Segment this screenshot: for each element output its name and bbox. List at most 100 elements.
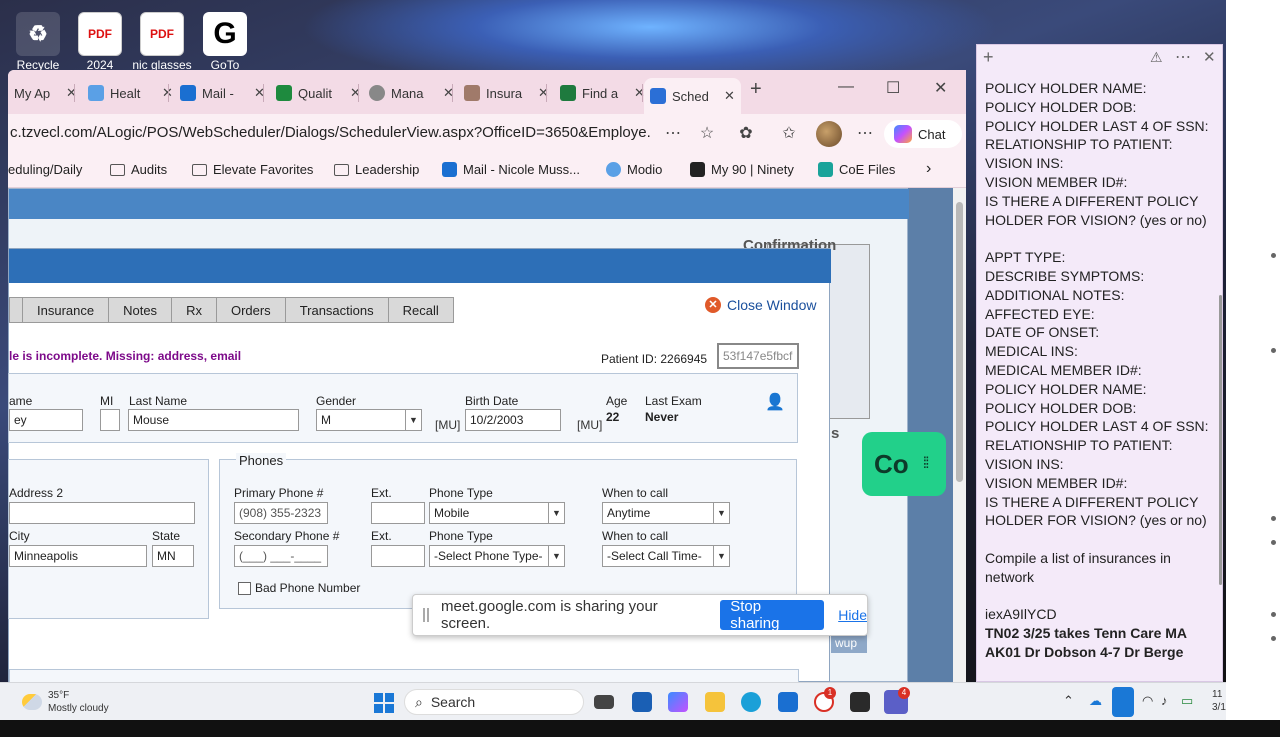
desktop-icon-2024[interactable]: PDF 2024	[70, 12, 130, 72]
page-scrollbar[interactable]	[953, 188, 966, 682]
browser-tab[interactable]: Find a ✕	[554, 78, 651, 108]
when-to-call-select[interactable]: Anytime ▼	[602, 502, 730, 524]
note-body[interactable]: POLICY HOLDER NAME: POLICY HOLDER DOB: P…	[985, 79, 1217, 662]
copilot-icon[interactable]	[668, 692, 688, 712]
grid-dots-icon[interactable]: ⁞⁞	[923, 455, 930, 473]
browser-tab[interactable]: Mail - ✕	[174, 78, 271, 108]
scrollbar-thumb[interactable]	[956, 202, 963, 482]
browser-tab[interactable]: My Ap ✕	[8, 78, 83, 108]
ext-input[interactable]	[371, 502, 425, 524]
store-icon[interactable]	[632, 692, 652, 712]
margin-dot	[1271, 253, 1276, 258]
favorite-item[interactable]: eduling/Daily	[8, 162, 82, 177]
sticky-notes-icon[interactable]	[850, 692, 870, 712]
dialog-tab-hidden[interactable]	[9, 297, 23, 323]
close-window-button[interactable]: ✕ Close Window	[705, 297, 816, 313]
co-widget[interactable]: Co ⁞⁞	[862, 432, 946, 496]
close-icon[interactable]: ✕	[538, 85, 549, 101]
weather-widget[interactable]: 35°F Mostly cloudy	[22, 689, 109, 715]
favorite-modio[interactable]: Modio	[606, 162, 662, 177]
close-icon[interactable]: ✕	[66, 85, 77, 101]
primary-phone-input[interactable]: (908) 355-2323	[234, 502, 328, 524]
person-icon[interactable]: 👤	[765, 392, 785, 412]
volume-icon[interactable]: ♪	[1161, 693, 1168, 708]
favorite-star-icon[interactable]: ☆	[696, 123, 718, 145]
desktop-icon-goto[interactable]: G GoTo	[195, 12, 255, 72]
browser-tab[interactable]: Healt ✕	[82, 78, 179, 108]
profile-avatar[interactable]	[816, 121, 842, 147]
address2-input[interactable]	[9, 502, 195, 524]
tab-notes[interactable]: Notes	[109, 297, 173, 323]
battery-icon[interactable]: ▭	[1181, 693, 1193, 709]
favorite-folder-elevate[interactable]: Elevate Favorites	[192, 162, 313, 177]
bad-phone-checkbox-row[interactable]: Bad Phone Number	[238, 581, 360, 595]
stop-sharing-button[interactable]: Stop sharing	[720, 598, 825, 632]
favorite-ninety[interactable]: My 90 | Ninety	[690, 162, 794, 177]
tab-recall[interactable]: Recall	[388, 297, 454, 323]
task-view-icon[interactable]	[594, 695, 614, 709]
ext2-input[interactable]	[371, 545, 425, 567]
phone-type2-select[interactable]: -Select Phone Type- ▼	[429, 545, 565, 567]
file-explorer-icon[interactable]	[705, 692, 725, 712]
tab-insurance[interactable]: Insurance	[23, 297, 110, 323]
warning-icon[interactable]: ⚠	[1150, 49, 1163, 66]
bad-phone-checkbox[interactable]	[238, 581, 251, 595]
browser-tab[interactable]: Mana ✕	[363, 78, 460, 108]
browser-tab[interactable]: Qualit ✕	[270, 78, 367, 108]
favorite-coe[interactable]: CoE Files	[818, 162, 895, 177]
outlook-icon[interactable]	[778, 692, 798, 712]
when-to-call2-select[interactable]: -Select Call Time- ▼	[602, 545, 730, 567]
new-tab-button[interactable]: +	[750, 78, 762, 101]
edge-icon[interactable]	[741, 692, 761, 712]
close-icon: ✕	[705, 297, 721, 313]
close-icon[interactable]: ✕	[1203, 48, 1216, 66]
patient-id-box[interactable]: 53f147e5fbcf	[717, 343, 799, 369]
more-options-icon[interactable]: ⋯	[662, 123, 684, 145]
last-name-input[interactable]: Mouse	[128, 409, 299, 431]
chevron-up-icon[interactable]: ⌃	[1063, 693, 1074, 709]
menu-icon[interactable]: ⋯	[854, 123, 876, 145]
tab-transactions[interactable]: Transactions	[285, 297, 389, 323]
secondary-phone-input[interactable]: (___) ___-____	[234, 545, 328, 567]
maximize-icon[interactable]: ☐	[886, 78, 900, 98]
favorite-folder-audits[interactable]: Audits	[110, 162, 167, 177]
state-input[interactable]: MN	[152, 545, 194, 567]
copilot-chat-button[interactable]: Chat	[884, 120, 962, 148]
favorite-folder-leadership[interactable]: Leadership	[334, 162, 419, 177]
tab-orders[interactable]: Orders	[216, 297, 286, 323]
close-icon[interactable]: ✕	[724, 88, 735, 104]
microphone-icon[interactable]	[1112, 687, 1134, 717]
patient-id-label: Patient ID: 2266945	[601, 352, 708, 366]
taskbar-search[interactable]: ⌕ Search	[404, 689, 584, 715]
url-field[interactable]: c.tzvecl.com/ALogic/POS/WebScheduler/Dia…	[10, 124, 650, 141]
browser-tab-active[interactable]: Sched ✕	[644, 78, 741, 114]
drag-handle-icon[interactable]	[423, 608, 429, 622]
add-note-icon[interactable]: +	[983, 47, 994, 68]
gender-select[interactable]: M ▼	[316, 409, 422, 431]
more-options-icon[interactable]: ⋯	[1175, 47, 1191, 67]
hide-link[interactable]: Hide	[838, 607, 867, 623]
system-clock[interactable]: 11 3/1	[1212, 688, 1226, 714]
city-input[interactable]: Minneapolis	[9, 545, 147, 567]
chevron-right-icon[interactable]: ›	[926, 160, 931, 178]
wifi-icon[interactable]: ◠	[1142, 693, 1153, 709]
note-scrollbar[interactable]	[1219, 295, 1222, 585]
favorite-mail[interactable]: Mail - Nicole Muss...	[442, 162, 580, 177]
close-window-icon[interactable]: ✕	[934, 78, 947, 98]
favorites-icon[interactable]: ✩	[778, 123, 800, 145]
minimize-icon[interactable]: —	[838, 78, 854, 96]
phone-type-select[interactable]: Mobile ▼	[429, 502, 565, 524]
tab-divider	[452, 84, 453, 102]
close-icon[interactable]: ✕	[350, 85, 361, 101]
tab-rx[interactable]: Rx	[172, 297, 217, 323]
onedrive-icon[interactable]: ☁	[1089, 693, 1102, 709]
extensions-icon[interactable]: ✿	[735, 123, 757, 145]
tab-strip: My Ap ✕ Healt ✕ Mail - ✕ Qualit ✕ Mana ✕	[8, 70, 966, 114]
browser-tab[interactable]: Insura ✕	[458, 78, 555, 108]
birth-date-input[interactable]: 10/2/2003	[465, 409, 561, 431]
mi-input[interactable]	[100, 409, 120, 431]
desktop-icon-nic-glasses[interactable]: PDF nic glasses	[132, 12, 192, 72]
first-name-input[interactable]: ey	[9, 409, 83, 431]
wup-button[interactable]: wup	[831, 633, 867, 653]
start-button[interactable]	[374, 693, 394, 713]
